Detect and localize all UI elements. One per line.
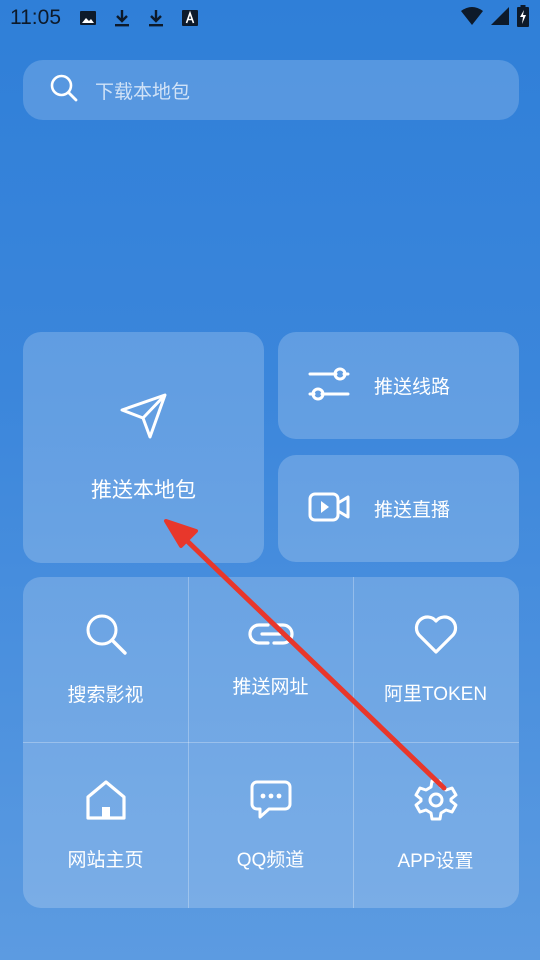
search-placeholder: 下载本地包 <box>95 80 191 103</box>
grid-item-push-url[interactable]: 推送网址 <box>188 577 353 742</box>
link-icon <box>247 620 294 652</box>
grid-item-label: APP设置 <box>397 851 474 872</box>
signal-icon <box>490 6 510 30</box>
grid-item-label: 搜索影视 <box>67 685 144 706</box>
download-icon <box>111 7 133 29</box>
grid-item-label: QQ频道 <box>236 850 305 871</box>
wifi-icon <box>460 6 484 30</box>
push-route-label: 推送线路 <box>374 376 451 398</box>
grid-item-ali-token[interactable]: 阿里TOKEN <box>353 577 518 742</box>
home-icon <box>84 779 128 825</box>
push-route-card[interactable]: 推送线路 <box>278 332 519 439</box>
heart-icon <box>413 613 459 659</box>
image-icon <box>77 7 99 29</box>
grid-item-label: 网站主页 <box>67 850 144 871</box>
push-local-package-card[interactable]: 推送本地包 <box>23 332 264 563</box>
push-live-label: 推送直播 <box>374 499 451 521</box>
grid-item-label: 推送网址 <box>232 677 309 698</box>
battery-charging-icon <box>516 5 530 31</box>
grid-item-app-settings[interactable]: APP设置 <box>353 743 518 908</box>
download-icon <box>145 7 167 29</box>
sliders-icon <box>308 364 350 408</box>
video-icon <box>308 490 350 528</box>
font-a-icon <box>179 7 201 29</box>
gear-icon <box>414 778 458 826</box>
status-time: 11:05 <box>10 6 61 29</box>
search-bar[interactable]: 下载本地包 <box>23 60 519 120</box>
chat-icon <box>249 779 293 825</box>
grid-item-website-home[interactable]: 网站主页 <box>23 743 188 908</box>
send-icon <box>119 392 169 444</box>
function-grid: 搜索影视 推送网址 阿里TOKEN 网站主页 QQ频道 APP设置 <box>23 577 519 908</box>
grid-item-search-videos[interactable]: 搜索影视 <box>23 577 188 742</box>
push-live-card[interactable]: 推送直播 <box>278 455 519 562</box>
search-icon <box>84 612 128 660</box>
grid-item-label: 阿里TOKEN <box>383 684 488 705</box>
status-bar: 11:05 <box>0 0 540 36</box>
grid-item-qq-channel[interactable]: QQ频道 <box>188 743 353 908</box>
push-local-package-label: 推送本地包 <box>91 477 196 502</box>
search-icon <box>49 73 79 107</box>
